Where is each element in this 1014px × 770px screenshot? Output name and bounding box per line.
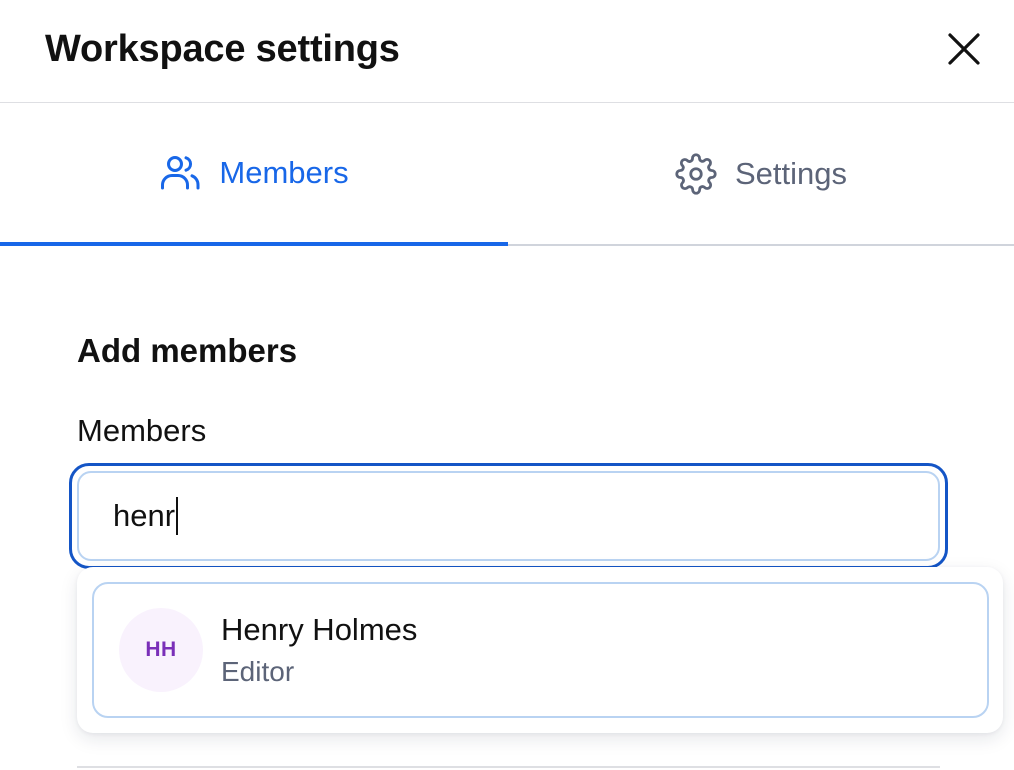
divider [77, 766, 940, 768]
close-button[interactable] [939, 24, 989, 74]
member-suggestions-dropdown: HH Henry Holmes Editor [77, 567, 1003, 733]
members-input-value: henr [113, 498, 176, 533]
close-icon [948, 33, 980, 65]
members-search-input[interactable]: henr [69, 463, 948, 569]
avatar: HH [119, 608, 203, 692]
add-members-heading: Add members [77, 332, 298, 369]
suggestion-name: Henry Holmes [221, 612, 418, 647]
tab-settings[interactable]: Settings [508, 104, 1014, 246]
suggestion-role: Editor [221, 656, 295, 687]
text-caret [176, 497, 179, 535]
dialog-header: Workspace settings [0, 0, 1014, 103]
users-icon [159, 152, 201, 194]
gear-icon [675, 153, 717, 195]
tab-bar: Members Settings [0, 104, 1014, 246]
suggestion-item[interactable]: HH Henry Holmes Editor [92, 582, 989, 718]
tab-members[interactable]: Members [0, 104, 508, 246]
workspace-settings-dialog: Workspace settings Members Settings Add … [0, 0, 1014, 770]
members-field-label: Members [77, 413, 207, 448]
members-search-inner[interactable]: henr [77, 471, 940, 561]
tab-label: Settings [734, 156, 847, 191]
dialog-title: Workspace settings [45, 28, 400, 70]
tab-label: Members [219, 155, 349, 190]
